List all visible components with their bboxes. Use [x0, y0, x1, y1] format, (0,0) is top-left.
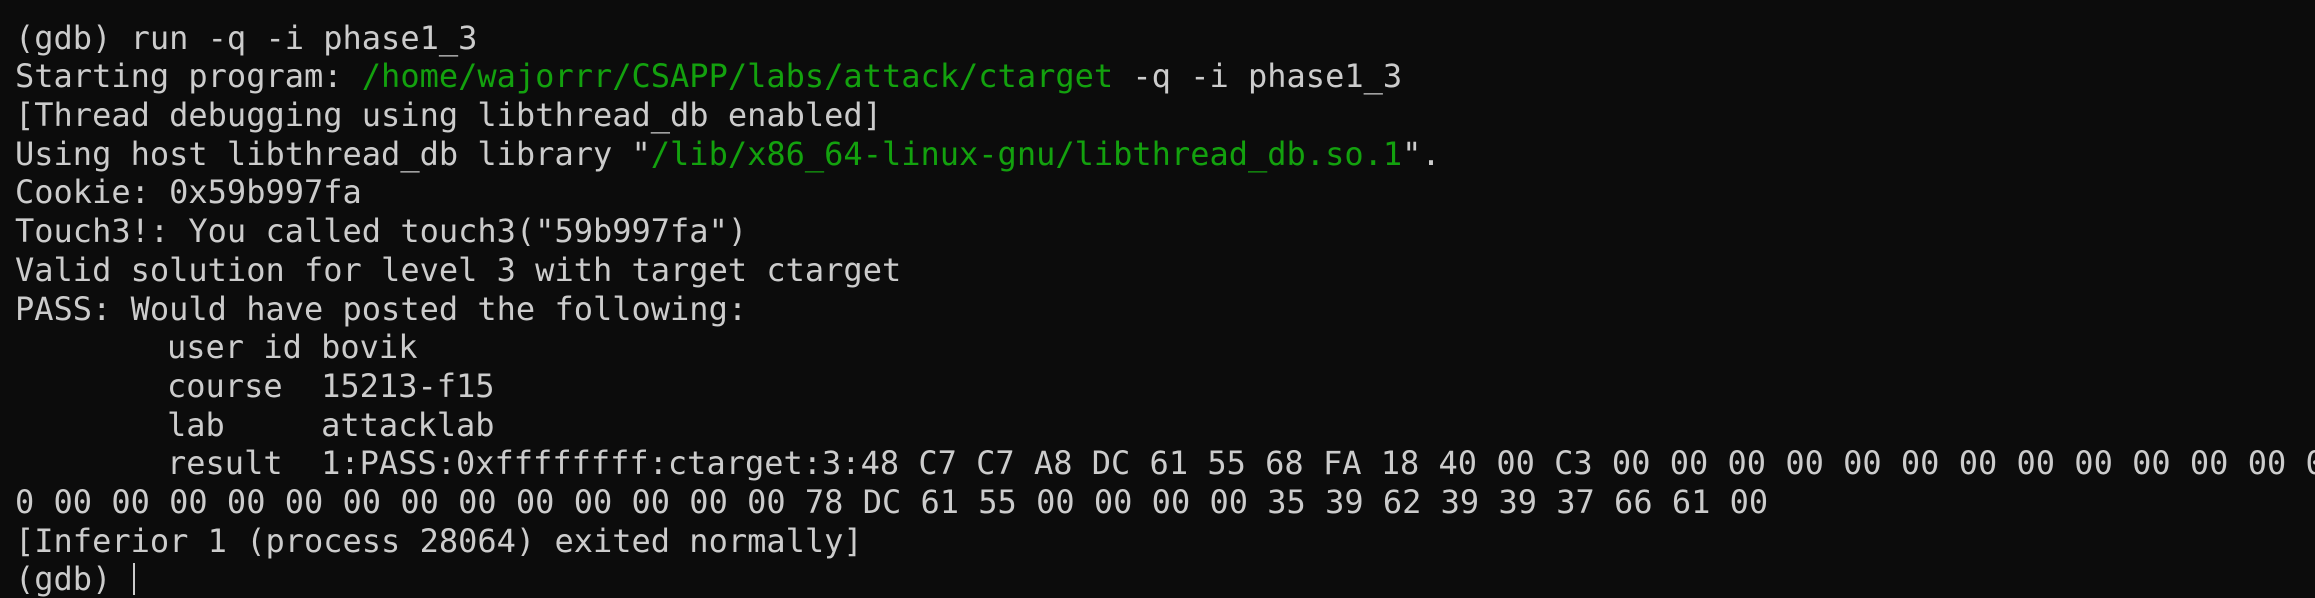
gdb-prompt-current: (gdb) — [15, 560, 112, 598]
output-line-touch3: Touch3!: You called touch3("59b997fa") — [15, 212, 748, 251]
output-line-result: result 1:PASS:0xffffffff:ctarget:3:48 C7… — [167, 444, 2315, 483]
program-path: /home/wajorrr/CSAPP/labs/attack/ctarget — [361, 57, 1114, 96]
output-line-run-command: (gdb) run -q -i phase1_3 — [15, 19, 2315, 58]
output-line-cookie: Cookie: 0x59b997fa — [15, 173, 362, 212]
program-args: -q -i phase1_3 — [1113, 57, 1403, 96]
output-line-user-id: user id bovik — [167, 328, 418, 367]
libthread-db-path: /lib/x86_64-linux-gnu/libthread_db.so.1 — [650, 134, 1403, 173]
terminal-output: (gdb) run -q -i phase1_3 Starting progra… — [15, 0, 2315, 598]
output-line-result-continued: 0 00 00 00 00 00 00 00 00 00 00 00 00 00… — [15, 482, 1769, 521]
output-line-inferior-exited: [Inferior 1 (process 28064) exited norma… — [15, 521, 863, 560]
libthread-db-label: Using host libthread_db library " — [15, 134, 651, 173]
command-input-line[interactable]: (gdb) — [15, 560, 2315, 598]
output-line-thread-debugging: [Thread debugging using libthread_db ena… — [15, 96, 882, 135]
partial-top-line — [15, 0, 2315, 19]
terminal-window[interactable]: (gdb) run -q -i phase1_3 Starting progra… — [0, 0, 2315, 598]
gdb-prompt: (gdb) — [15, 18, 112, 57]
output-line-pass: PASS: Would have posted the following: — [15, 289, 748, 328]
text-cursor — [132, 563, 135, 596]
output-line-libthread-db: Using host libthread_db library "/lib/x8… — [15, 135, 2315, 174]
output-line-starting-program: Starting program: /home/wajorrr/CSAPP/la… — [15, 57, 2315, 96]
output-line-lab: lab attacklab — [167, 405, 495, 444]
libthread-db-suffix: ". — [1402, 134, 1441, 173]
output-line-course: course 15213-f15 — [167, 366, 495, 405]
starting-program-label: Starting program: — [15, 57, 362, 96]
output-line-valid-solution: Valid solution for level 3 with target c… — [15, 250, 902, 289]
run-command: run -q -i phase1_3 — [130, 18, 478, 57]
